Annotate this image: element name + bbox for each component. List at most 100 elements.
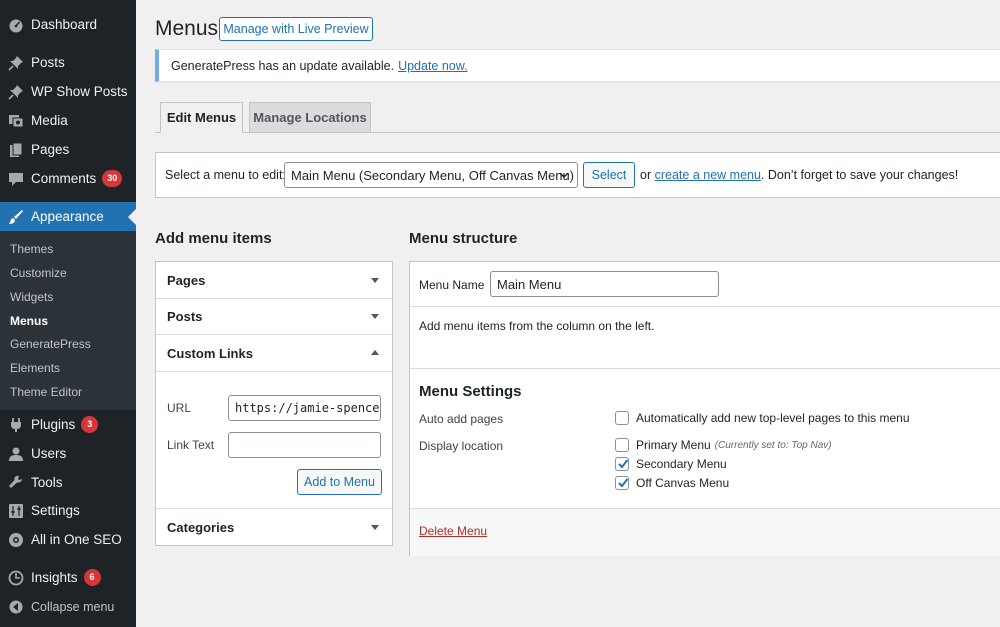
selected-menu-value: Main Menu (Secondary Menu, Off Canvas Me…: [291, 167, 575, 183]
location-note: (Currently set to: Top Nav): [714, 439, 832, 451]
sidebar-item-settings[interactable]: Settings: [0, 496, 136, 525]
sidebar-item-label: Collapse menu: [31, 599, 115, 614]
delete-menu-link[interactable]: Delete Menu: [419, 524, 487, 538]
sidebar-item-label: Appearance: [31, 209, 104, 224]
auto-add-option-label: Automatically add new top-level pages to…: [636, 411, 910, 425]
sidebar-item-wp-show-posts[interactable]: WP Show Posts: [0, 77, 136, 106]
location-primary-menu[interactable]: Primary Menu (Currently set to: Top Nav): [615, 438, 832, 452]
dashboard-icon: [1, 15, 31, 35]
plugins-count-badge: 3: [81, 416, 99, 433]
location-off-canvas-menu[interactable]: Off Canvas Menu: [615, 476, 729, 490]
seo-icon: [1, 530, 31, 550]
sidebar-item-insights[interactable]: Insights 6: [0, 563, 136, 592]
sidebar-item-label: Plugins: [31, 417, 76, 432]
submenu-menus[interactable]: Menus: [10, 314, 48, 328]
menu-name-label: Menu Name: [419, 278, 485, 292]
sidebar-item-label: Insights: [31, 570, 78, 585]
sidebar-item-pages[interactable]: Pages: [0, 135, 136, 164]
manage-live-preview-button[interactable]: Manage with Live Preview: [219, 17, 373, 41]
submenu-themes[interactable]: Themes: [10, 242, 53, 256]
sidebar-item-label: Settings: [31, 503, 80, 518]
checkmark-icon: [618, 478, 629, 488]
menu-select-bar: Select a menu to edit: Main Menu (Second…: [155, 152, 1000, 198]
update-now-link[interactable]: Update now.: [398, 59, 468, 73]
caret-down-icon: [371, 314, 379, 319]
off-canvas-menu-checkbox[interactable]: [615, 476, 629, 490]
url-input[interactable]: https://jamie-spencer: [228, 395, 381, 421]
add-menu-items-heading: Add menu items: [155, 230, 272, 247]
caret-up-icon: [371, 350, 379, 355]
sidebar-item-label: Posts: [31, 55, 65, 70]
sidebar-item-label: Tools: [31, 475, 63, 490]
location-label: Off Canvas Menu: [636, 476, 730, 490]
user-icon: [1, 444, 31, 464]
divider: [410, 368, 1000, 369]
sidebar-item-label: Pages: [31, 142, 70, 157]
caret-down-icon: [371, 278, 379, 283]
appearance-submenu: Themes Customize Widgets Menus GenerateP…: [0, 231, 136, 410]
insights-count-badge: 6: [83, 569, 101, 586]
accordion-categories[interactable]: Categories: [156, 509, 392, 546]
notice-text: GeneratePress has an update available.: [171, 58, 395, 73]
location-label: Secondary Menu: [636, 457, 727, 471]
accordion-label: Pages: [167, 272, 206, 288]
submenu-elements[interactable]: Elements: [10, 361, 60, 375]
sidebar-item-plugins[interactable]: Plugins 3: [0, 410, 136, 439]
collapse-menu-button[interactable]: Collapse menu: [0, 592, 136, 621]
submenu-generatepress[interactable]: GeneratePress: [10, 337, 91, 351]
menu-name-input[interactable]: Main Menu: [490, 271, 719, 297]
admin-sidebar: Dashboard Posts WP Show Posts Media Page…: [0, 0, 136, 627]
page-title: Menus: [155, 17, 219, 40]
link-text-label: Link Text: [167, 438, 215, 452]
tab-manage-locations[interactable]: Manage Locations: [249, 102, 371, 133]
auto-add-checkbox-row[interactable]: Automatically add new top-level pages to…: [615, 411, 910, 425]
menu-footer: Delete Menu: [410, 508, 1000, 556]
submenu-customize[interactable]: Customize: [10, 266, 67, 280]
create-new-menu-link[interactable]: create a new menu: [655, 168, 761, 182]
add-to-menu-button[interactable]: Add to Menu: [297, 469, 382, 495]
menu-structure-heading: Menu structure: [409, 230, 518, 247]
comments-count-badge: 30: [102, 170, 123, 187]
update-notice: GeneratePress has an update available. U…: [155, 49, 1000, 82]
primary-menu-checkbox[interactable]: [615, 438, 629, 452]
tab-edit-menus[interactable]: Edit Menus: [160, 102, 243, 133]
accordion-pages[interactable]: Pages: [156, 262, 392, 299]
secondary-menu-checkbox[interactable]: [615, 457, 629, 471]
menu-select-dropdown[interactable]: Main Menu (Secondary Menu, Off Canvas Me…: [284, 162, 578, 188]
submenu-widgets[interactable]: Widgets: [10, 290, 53, 304]
url-label: URL: [167, 401, 192, 415]
collapse-icon: [1, 597, 31, 617]
sidebar-item-all-in-one-seo[interactable]: All in One SEO: [0, 525, 136, 554]
sidebar-item-appearance[interactable]: Appearance: [0, 202, 136, 231]
sidebar-item-dashboard[interactable]: Dashboard: [0, 10, 136, 39]
settings-icon: [1, 501, 31, 521]
accordion-custom-links[interactable]: Custom Links: [156, 335, 392, 372]
chevron-down-icon: [559, 172, 569, 178]
sidebar-item-posts[interactable]: Posts: [0, 48, 136, 77]
select-button[interactable]: Select: [583, 162, 635, 188]
checkmark-icon: [618, 459, 629, 469]
caret-down-icon: [371, 525, 379, 530]
pages-icon: [1, 140, 31, 160]
select-bar-help: or create a new menu. Don’t forget to sa…: [640, 168, 958, 182]
comment-icon: [1, 169, 31, 189]
sidebar-item-label: Users: [31, 446, 67, 461]
select-menu-label: Select a menu to edit:: [165, 168, 286, 182]
location-label: Primary Menu: [636, 438, 711, 452]
sidebar-item-tools[interactable]: Tools: [0, 468, 136, 497]
link-text-input[interactable]: [228, 432, 381, 458]
sidebar-item-comments[interactable]: Comments 30: [0, 164, 136, 193]
sidebar-item-media[interactable]: Media: [0, 106, 136, 135]
auto-add-checkbox[interactable]: [615, 411, 629, 425]
sidebar-item-users[interactable]: Users: [0, 439, 136, 468]
accordion-label: Posts: [167, 308, 203, 324]
location-secondary-menu[interactable]: Secondary Menu: [615, 457, 727, 471]
custom-links-body: URL https://jamie-spencer Link Text Add …: [156, 372, 392, 509]
accordion-label: Categories: [167, 520, 235, 535]
menu-instructions: Add menu items from the column on the le…: [419, 319, 655, 333]
sidebar-item-label: Media: [31, 113, 68, 128]
divider: [410, 306, 1000, 307]
accordion-posts[interactable]: Posts: [156, 298, 392, 335]
submenu-theme-editor[interactable]: Theme Editor: [10, 385, 82, 399]
sidebar-item-label: WP Show Posts: [31, 84, 128, 99]
